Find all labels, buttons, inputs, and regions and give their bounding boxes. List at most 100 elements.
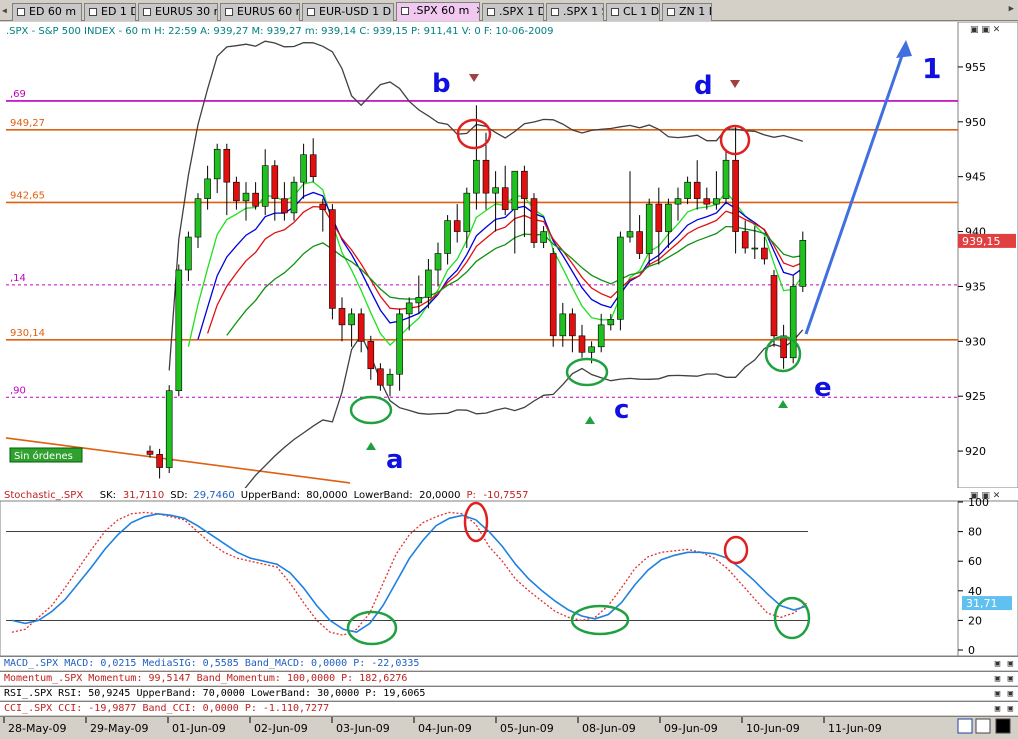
date-label: 11-Jun-09 [828,722,882,735]
candle-body [626,231,634,238]
level-label: 930,14 [10,328,45,339]
tab-label: .SPX 60 m [413,4,470,17]
stoch-tick-label: 100 [968,496,989,509]
panel-buttons: ▣ ▣ ✕ [970,25,1000,35]
candle-body [386,373,394,386]
tab-label: ED 60 m [29,5,77,18]
stochastic-panel[interactable]: Stochastic_.SPX SK: 31,7110 SD: 29,7460 Upper… [0,487,1018,657]
date-label: 08-Jun-09 [582,722,636,735]
price-tick-label: 925 [965,390,986,403]
date-label: 02-Jun-09 [254,722,308,735]
restore-panel-icon[interactable]: ▣ ▣ [995,658,1014,670]
candle-body [636,231,643,254]
chart-tab-icon [89,8,97,16]
candle-body [559,313,567,337]
candle-body [607,319,615,326]
candle-body [588,346,595,353]
candle-body [290,181,298,214]
candle-body [165,390,173,468]
stoch-header-ub: 80,0000 [306,490,347,501]
stoch-background [0,487,1018,657]
date-label: 04-Jun-09 [418,722,472,735]
candle-body [357,313,365,342]
tab--spx-1-d[interactable]: .SPX 1 D [482,3,544,21]
tab-label: EURUS 60 m [237,5,300,18]
indicator-panel-3[interactable]: RSI_.SPX RSI: 50,9245 UpperBand: 70,0000… [0,686,1018,700]
window-icon[interactable] [975,718,991,734]
scroll-right-icon[interactable]: ▶ [1009,4,1014,14]
date-axis: 28-May-09 29-May-09 01-Jun-09 02-Jun-09 03-J… [0,716,1018,735]
stoch-tick-label: 20 [968,614,982,627]
candle-body [415,297,423,304]
stoch-header-p: -10,7557 [484,490,529,501]
chart-tab-icon [143,8,151,16]
stochastic-chart-svg: Stochastic_.SPX SK: 31,7110 SD: 29,7460 Upper… [0,487,1018,657]
stoch-header-sd: 29,7460 [193,490,234,501]
chart-header: .SPX - S&P 500 INDEX - 60 m H: 22:59 A: … [6,26,554,37]
candle-body [348,313,355,326]
chart-tab-icon [487,8,495,16]
candle-body [569,313,576,337]
tab--spx-60-m[interactable]: .SPX 60 m ✕ [396,2,480,21]
candle-body [578,335,586,353]
scroll-left-icon[interactable]: ◀ [2,6,7,15]
candle-body [396,313,403,375]
candle-body [674,198,682,205]
tab--spx-1-s[interactable]: .SPX 1 S [546,3,604,21]
save-icon[interactable] [957,718,973,734]
tab-eur-usd-1-d[interactable]: EUR-USD 1 D [302,3,394,21]
level-label: 949,27 [10,118,45,129]
annotation-a: a [386,445,404,475]
stoch-axis [957,500,1018,657]
stoch-tick-label: 40 [968,585,982,598]
sin-ordenes-label: Sin órdenes [14,450,73,462]
tab-label: EUR-USD 1 D [319,5,392,18]
price-tick-label: 955 [965,61,986,74]
chart-tab-icon [401,7,409,15]
candle-body [741,231,749,249]
stoch-header-sk: 31,7110 [123,490,164,501]
indicator-label: MACD_.SPX MACD: 0,0215 MediaSIG: 0,5585 … [4,658,420,669]
candle-body [146,450,154,455]
candle-body [185,236,192,271]
close-tab-icon[interactable]: ✕ [475,4,479,17]
candle-body [319,203,327,210]
tab-eurus-30-m[interactable]: EURUS 30 m [138,3,218,21]
indicator-panel-2[interactable]: Momentum_.SPX Momentum: 99,5147 Band_Mom… [0,671,1018,685]
date-label: 05-Jun-09 [500,722,554,735]
indicator-label: Momentum_.SPX Momentum: 99,5147 Band_Mom… [4,673,408,684]
stoch-header-lb: 20,0000 [419,490,460,501]
candle-body [501,187,509,210]
restore-panel-icon[interactable]: ▣ ▣ [995,688,1014,700]
trading-app: ◀ ED 60 m ED 1 D EURUS 30 m EURUS 60 m EUR-U… [0,0,1018,735]
candle-body [732,159,739,232]
restore-panel-icon[interactable]: ▣ ▣ [995,673,1014,685]
price-tick-label: 945 [965,171,986,184]
candle-body [540,231,547,243]
candle-body [444,220,451,254]
date-label: 03-Jun-09 [336,722,390,735]
tab-zn-1-d[interactable]: ZN 1 D [662,3,712,21]
candle-body [156,454,163,468]
candle-body [367,341,375,370]
candle-body [309,154,317,177]
tab-cl-1-d[interactable]: CL 1 D [606,3,660,21]
candle-body [722,159,730,199]
stoch-tick-label: 0 [968,644,975,656]
date-label: 28-May-09 [8,722,66,735]
level-label: 942,65 [10,190,45,201]
stoch-badge-label: 31,71 [966,597,998,610]
tab-label: ZN 1 D [679,5,711,18]
tab-label: ED 1 D [101,5,136,18]
stoch-header-name: Stochastic_.SPX [4,490,83,501]
tab-ed-1-d[interactable]: ED 1 D [84,3,136,21]
price-chart-panel[interactable]: .SPX - S&P 500 INDEX - 60 m H: 22:59 A: … [0,21,1018,554]
tab-eurus-60-m[interactable]: EURUS 60 m [220,3,300,21]
indicator-panel-4[interactable]: CCI_.SPX CCI: -19,9877 Band_CCI: 0,0000 … [0,701,1018,715]
fill-icon[interactable] [995,718,1011,734]
tab-label: CL 1 D [623,5,660,18]
indicator-panel-1[interactable]: MACD_.SPX MACD: 0,0215 MediaSIG: 0,5585 … [0,656,1018,670]
candle-body [645,203,653,254]
tab-ed-60-m[interactable]: ED 60 m [12,3,82,21]
restore-panel-icon[interactable]: ▣ ▣ [995,703,1014,715]
